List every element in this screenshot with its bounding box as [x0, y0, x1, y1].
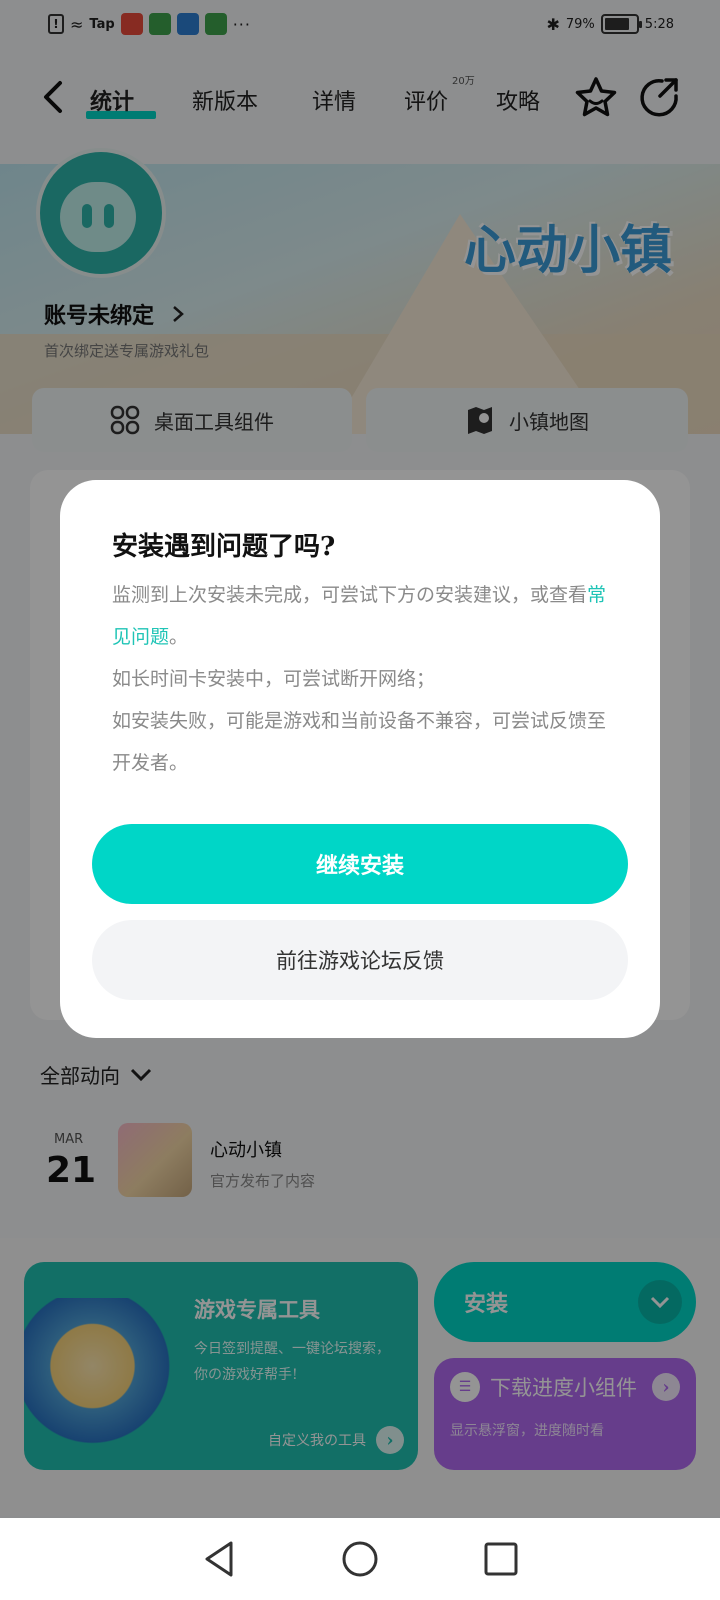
- dialog-line1-text: 监测到上次安装未完成，可尝试下方の安装建议，或查看: [112, 584, 588, 606]
- dialog-body: 监测到上次安装未完成，可尝试下方の安装建议，或查看常见问题。 如长时间卡安装中，…: [112, 574, 612, 784]
- dialog-paragraph-1: 监测到上次安装未完成，可尝试下方の安装建议，或查看常见问题。: [112, 574, 612, 658]
- system-navigation-bar: [0, 1518, 720, 1600]
- system-recents-icon[interactable]: [483, 1541, 519, 1577]
- dialog-paragraph-2: 如长时间卡安装中，可尝试断开网络；: [112, 668, 436, 690]
- system-home-icon[interactable]: [340, 1539, 380, 1579]
- dialog-paragraph-3: 如安装失败，可能是游戏和当前设备不兼容，可尝试反馈至开发者。: [112, 710, 607, 774]
- system-back-icon[interactable]: [201, 1539, 237, 1579]
- dialog-line1-end: 。: [169, 626, 189, 648]
- forum-feedback-button[interactable]: 前往游戏论坛反馈: [92, 920, 628, 1000]
- install-problem-dialog: 安装遇到问题了吗? 监测到上次安装未完成，可尝试下方の安装建议，或查看常见问题。…: [60, 480, 660, 1038]
- continue-install-button[interactable]: 继续安装: [92, 824, 628, 904]
- dialog-title: 安装遇到问题了吗?: [112, 532, 336, 562]
